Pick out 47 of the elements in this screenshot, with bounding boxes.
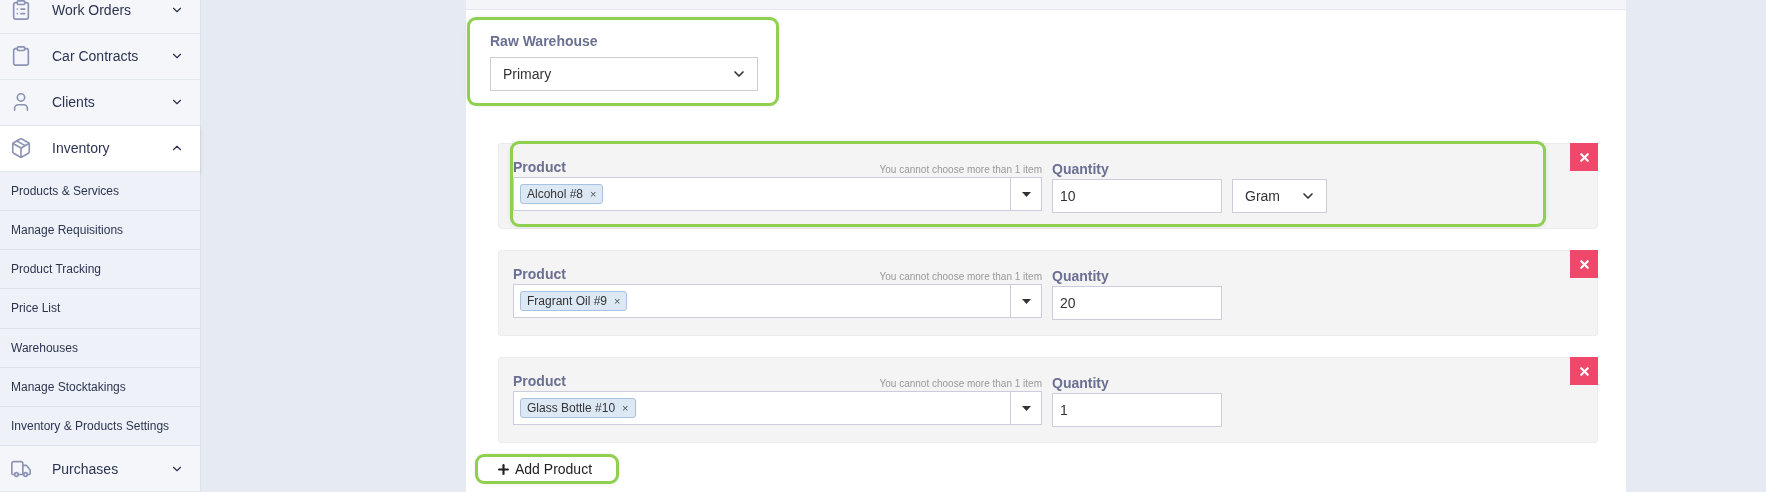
sidebar-subitem[interactable]: Products & Services — [0, 171, 200, 211]
field-label: Product — [513, 159, 566, 175]
sidebar-subitem[interactable]: Inventory & Products Settings — [0, 406, 200, 447]
tag-remove-button[interactable]: × — [590, 188, 597, 200]
caret-icon — [1021, 191, 1031, 197]
product-tag: Fragrant Oil #9 × — [520, 291, 628, 311]
field-label: Product — [513, 373, 566, 389]
sidebar-subitem[interactable]: Manage Requisitions — [0, 210, 200, 251]
sidebar-subitem[interactable]: Warehouses — [0, 328, 200, 368]
close-icon — [1577, 364, 1591, 378]
hint-text: You cannot choose more than 1 item — [879, 271, 1042, 282]
product-tag: Glass Bottle #10 × — [520, 398, 636, 418]
hint-text: You cannot choose more than 1 item — [879, 378, 1042, 389]
clipboard-icon — [10, 45, 32, 68]
field-label: Quantity — [1052, 267, 1110, 284]
clipboard-list-icon — [10, 0, 32, 22]
sidebar-subitem[interactable]: Manage Stocktakings — [0, 367, 200, 407]
field-label: Quantity — [1052, 374, 1110, 391]
unit-select[interactable]: Gram — [1232, 179, 1327, 213]
product-select[interactable]: Alcohol #8 × — [513, 177, 1042, 211]
quantity-input[interactable]: 1 — [1052, 393, 1222, 427]
caret-icon — [1021, 405, 1031, 411]
quantity-input[interactable]: 10 — [1052, 179, 1222, 213]
tag-remove-button[interactable]: × — [622, 402, 629, 414]
delete-button[interactable] — [1570, 250, 1598, 278]
sidebar-item[interactable]: Inventory — [0, 125, 200, 172]
field-label: Raw Warehouse — [490, 33, 599, 49]
product-tag: Alcohol #8 × — [520, 184, 604, 204]
sidebar-subitem[interactable]: Price List — [0, 289, 200, 329]
field-label: Product — [513, 266, 566, 282]
close-icon — [1577, 257, 1591, 271]
box-icon — [10, 137, 32, 160]
product-select[interactable]: Glass Bottle #10 × — [513, 391, 1042, 425]
close-icon — [1577, 150, 1591, 164]
quantity-input[interactable]: 20 — [1052, 286, 1222, 320]
add-product-button[interactable]: Add Product — [478, 457, 617, 481]
delete-button[interactable] — [1570, 143, 1598, 171]
warehouse-select[interactable]: Primary — [490, 57, 758, 91]
plus-icon — [496, 461, 511, 477]
hint-text: You cannot choose more than 1 item — [879, 164, 1042, 175]
product-select[interactable]: Fragrant Oil #9 × — [513, 284, 1042, 318]
delete-button[interactable] — [1570, 357, 1598, 385]
sidebar-subitem[interactable]: Product Tracking — [0, 250, 200, 290]
field-label: Quantity — [1052, 160, 1110, 177]
tag-remove-button[interactable]: × — [614, 295, 621, 307]
sidebar-item[interactable]: Work Orders — [0, 0, 200, 34]
caret-icon — [1021, 298, 1031, 304]
